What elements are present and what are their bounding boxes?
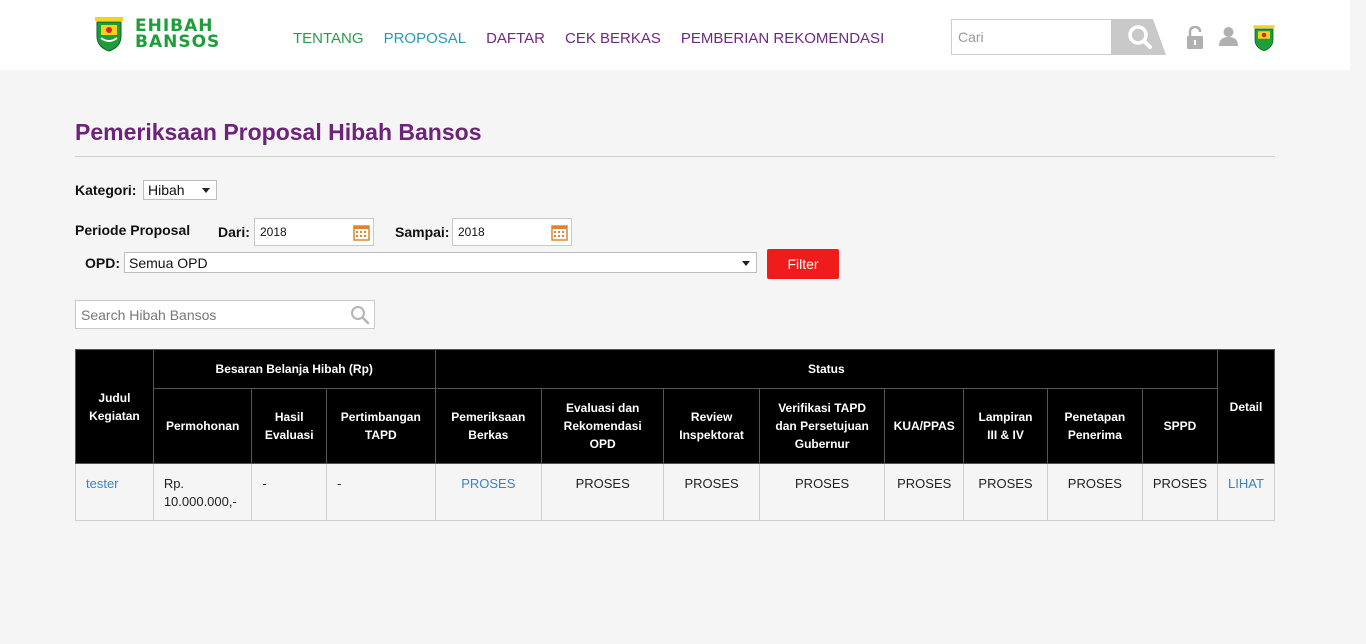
cell-evaluasi-status: PROSES <box>540 463 665 521</box>
table-row: tester Rp. 10.000.000,- - - PROSES PROSE… <box>75 463 1275 521</box>
nav-cek-berkas[interactable]: CEK BERKAS <box>565 30 661 47</box>
cell-kua-status: PROSES <box>884 463 965 521</box>
col-header-penetapan: Penetapan Penerima <box>1046 388 1143 464</box>
cell-penetapan-status: PROSES <box>1046 463 1143 521</box>
opd-select[interactable]: Semua OPD <box>124 252 757 273</box>
cell-hasil-evaluasi: - <box>251 463 327 521</box>
dari-value: 2018 <box>260 225 287 239</box>
dari-label: Dari: <box>218 224 250 240</box>
col-header-pertimbangan: Pertimbangan TAPD <box>325 388 436 464</box>
kategori-select[interactable]: Hibah <box>143 180 217 200</box>
col-header-permohonan: Permohonan <box>152 388 253 464</box>
col-header-pemeriksaan: Pemeriksaan Berkas <box>434 388 543 464</box>
cell-lampiran-status: PROSES <box>963 463 1048 521</box>
col-header-sppd: SPPD <box>1141 388 1219 464</box>
opd-label: OPD: <box>85 255 120 271</box>
region-crest-icon <box>1253 25 1275 52</box>
col-header-evaluasi: Evaluasi dan Rekomendasi OPD <box>540 388 665 464</box>
calendar-icon[interactable] <box>353 224 370 241</box>
page-title: Pemeriksaan Proposal Hibah Bansos <box>75 119 482 145</box>
search-button[interactable] <box>1111 19 1166 55</box>
logo-line-2: BANSOS <box>135 32 221 52</box>
kategori-label: Kategori: <box>75 182 137 198</box>
top-header: EHIBAH BANSOS TENTANG PROPOSAL DAFTAR CE… <box>0 0 1350 70</box>
sampai-value: 2018 <box>458 225 485 239</box>
table-search-input[interactable] <box>76 301 346 328</box>
header-search <box>951 19 1166 55</box>
pemeriksaan-status-link[interactable]: PROSES <box>434 463 543 521</box>
user-icon[interactable] <box>1219 26 1238 46</box>
col-header-besaran: Besaran Belanja Hibah (Rp) <box>152 349 436 389</box>
search-icon[interactable] <box>350 305 370 325</box>
lihat-detail-link[interactable]: LIHAT <box>1217 463 1275 521</box>
chevron-down-icon <box>742 260 750 266</box>
site-logo[interactable]: EHIBAH BANSOS <box>93 16 220 52</box>
title-divider <box>75 156 1275 157</box>
judul-link[interactable]: tester <box>75 463 154 521</box>
nav-proposal[interactable]: PROPOSAL <box>384 30 467 47</box>
calendar-icon[interactable] <box>551 224 568 241</box>
col-header-lampiran: Lampiran III & IV <box>963 388 1048 464</box>
lock-icon[interactable] <box>1186 26 1204 50</box>
main-nav: TENTANG PROPOSAL DAFTAR CEK BERKAS PEMBE… <box>293 30 904 47</box>
crest-logo-icon <box>95 17 123 52</box>
periode-label: Periode Proposal <box>75 222 191 238</box>
col-header-status: Status <box>434 349 1219 389</box>
col-header-kua: KUA/PPAS <box>884 388 965 464</box>
cell-permohonan: Rp. 10.000.000,- <box>152 463 253 521</box>
sampai-date-input[interactable]: 2018 <box>452 218 572 246</box>
col-header-review: Review Inspektorat <box>663 388 760 464</box>
filter-button[interactable]: Filter <box>767 249 839 279</box>
table-search <box>75 300 375 329</box>
dari-date-input[interactable]: 2018 <box>254 218 374 246</box>
col-header-judul: Judul Kegiatan <box>75 349 154 464</box>
proposal-table: Judul Kegiatan Besaran Belanja Hibah (Rp… <box>75 349 1275 521</box>
cell-review-status: PROSES <box>663 463 760 521</box>
sampai-label: Sampai: <box>395 224 450 240</box>
nav-daftar[interactable]: DAFTAR <box>486 30 545 47</box>
header-search-input[interactable] <box>951 19 1126 55</box>
opd-value: Semua OPD <box>129 254 208 271</box>
cell-pertimbangan: - <box>325 463 436 521</box>
cell-verifikasi-status: PROSES <box>758 463 886 521</box>
kategori-value: Hibah <box>148 182 185 198</box>
nav-pemberian-rekomendasi[interactable]: PEMBERIAN REKOMENDASI <box>681 30 884 47</box>
col-header-detail: Detail <box>1217 349 1275 464</box>
col-header-hasil-evaluasi: Hasil Evaluasi <box>251 388 327 464</box>
cell-sppd-status: PROSES <box>1141 463 1219 521</box>
nav-tentang[interactable]: TENTANG <box>293 30 364 47</box>
chevron-down-icon <box>202 188 210 193</box>
col-header-verifikasi: Verifikasi TAPD dan Persetujuan Gubernur <box>758 388 886 464</box>
